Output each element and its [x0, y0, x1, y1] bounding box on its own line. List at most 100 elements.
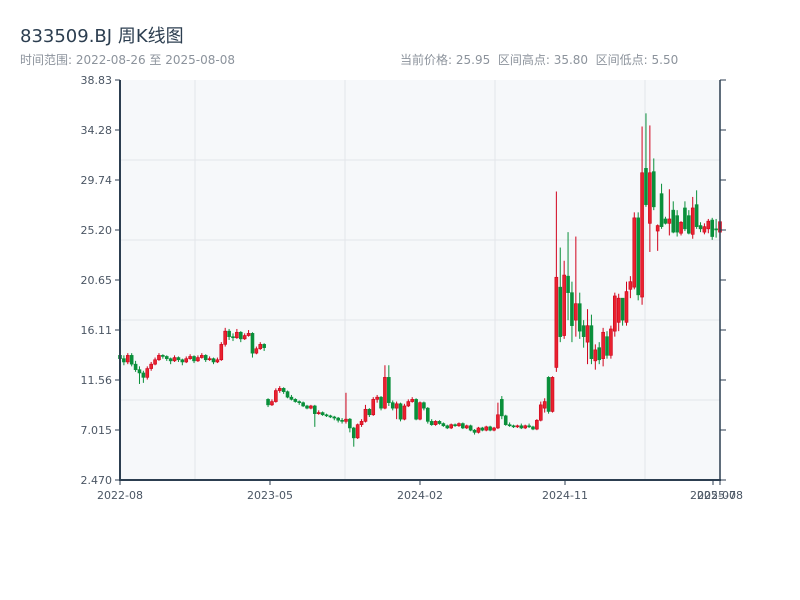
candle-body — [710, 219, 715, 237]
candle-body — [507, 424, 512, 427]
candle-body — [122, 358, 126, 363]
y-tick-label: 25.20 — [81, 224, 113, 237]
candle-body — [550, 377, 555, 412]
candle-body — [531, 426, 535, 430]
candle-body — [332, 416, 337, 419]
candle-body — [425, 407, 430, 422]
candle-body — [574, 303, 578, 321]
candle-up — [632, 212, 637, 290]
candle-body — [320, 412, 325, 416]
candle-body — [644, 168, 648, 205]
candle-body — [379, 396, 383, 409]
candle-body — [702, 226, 707, 233]
candle-body — [363, 408, 368, 422]
y-tick-label: 20.65 — [81, 274, 113, 287]
candle-body — [476, 427, 481, 433]
candle-body — [266, 399, 270, 406]
candle-body — [242, 335, 247, 340]
candle-body — [648, 172, 652, 224]
y-tick-label: 11.56 — [81, 374, 113, 387]
candle-body — [542, 401, 547, 409]
candle-down — [379, 396, 383, 411]
x-tick-label: 2025-08 — [697, 489, 743, 502]
candle-body — [172, 357, 177, 362]
candle-up — [371, 397, 376, 416]
candle-body — [581, 325, 586, 337]
candle-body — [624, 291, 629, 323]
x-tick-label: 2024-02 — [397, 489, 443, 502]
candle-body — [589, 325, 594, 359]
candle-body — [605, 336, 609, 356]
candle-up — [418, 401, 422, 421]
candle-body — [250, 333, 255, 354]
candle-body — [472, 429, 477, 433]
candle-down — [636, 212, 640, 301]
candle-body — [628, 281, 633, 290]
candle-body — [293, 399, 298, 402]
candle-body — [453, 424, 457, 427]
candle-body — [433, 421, 438, 425]
candle-body — [679, 221, 683, 234]
candle-body — [511, 425, 516, 428]
candle-body — [441, 423, 446, 427]
candle-body — [437, 421, 442, 424]
candle-body — [675, 215, 679, 233]
candle-body — [515, 425, 520, 428]
candle-body — [523, 425, 527, 429]
candle-body — [238, 331, 243, 340]
candle-up — [609, 325, 613, 359]
candle-body — [449, 424, 453, 429]
candle-body — [632, 217, 637, 288]
candle-body — [219, 344, 224, 361]
candle-body — [351, 427, 356, 439]
candle-body — [289, 396, 294, 400]
candle-body — [484, 426, 489, 431]
candle-body — [274, 390, 278, 402]
candle-body — [683, 207, 687, 230]
candle-up — [433, 420, 438, 426]
candle-down — [414, 398, 418, 421]
candle-body — [328, 415, 333, 418]
candle-body — [125, 355, 130, 363]
candle-body — [215, 359, 220, 363]
candle-body — [687, 215, 691, 234]
candle-body — [577, 303, 582, 332]
y-tick-label: 34.28 — [81, 124, 113, 137]
candle-body — [422, 402, 426, 409]
candle-body — [613, 295, 617, 332]
candle-up — [550, 376, 555, 413]
candle-up — [613, 292, 617, 337]
candle-body — [141, 372, 146, 378]
candle-body — [161, 355, 165, 357]
candle-body — [597, 347, 602, 361]
candle-body — [445, 425, 450, 429]
x-tick-label: 2024-11 — [542, 489, 588, 502]
candle-body — [663, 218, 668, 224]
candle-down — [468, 424, 473, 432]
candle-body — [457, 423, 461, 427]
candle-body — [406, 401, 411, 407]
candle-body — [488, 426, 492, 431]
candle-down — [710, 217, 715, 240]
candle-body — [223, 330, 227, 345]
candle-down — [301, 401, 305, 408]
y-tick-label: 38.83 — [81, 74, 113, 87]
candle-up — [679, 221, 683, 236]
candle-up — [145, 366, 150, 380]
candle-body — [297, 401, 302, 403]
candle-body — [211, 358, 216, 363]
candle-body — [398, 403, 403, 420]
candle-body — [254, 348, 259, 354]
candle-body — [149, 363, 153, 369]
candle-body — [554, 276, 559, 368]
candle-body — [301, 402, 305, 407]
candle-body — [546, 377, 551, 412]
candle-body — [336, 417, 340, 421]
candle-body — [492, 427, 496, 431]
candle-body — [429, 421, 434, 425]
candle-body — [414, 399, 418, 420]
candle-body — [153, 359, 157, 365]
candle-body — [655, 225, 660, 232]
candlestick-chart: 2.470 7.015 11.56 16.11 20.65 25.20 29.74 34.28… — [81, 74, 743, 502]
candle-body — [562, 274, 566, 336]
